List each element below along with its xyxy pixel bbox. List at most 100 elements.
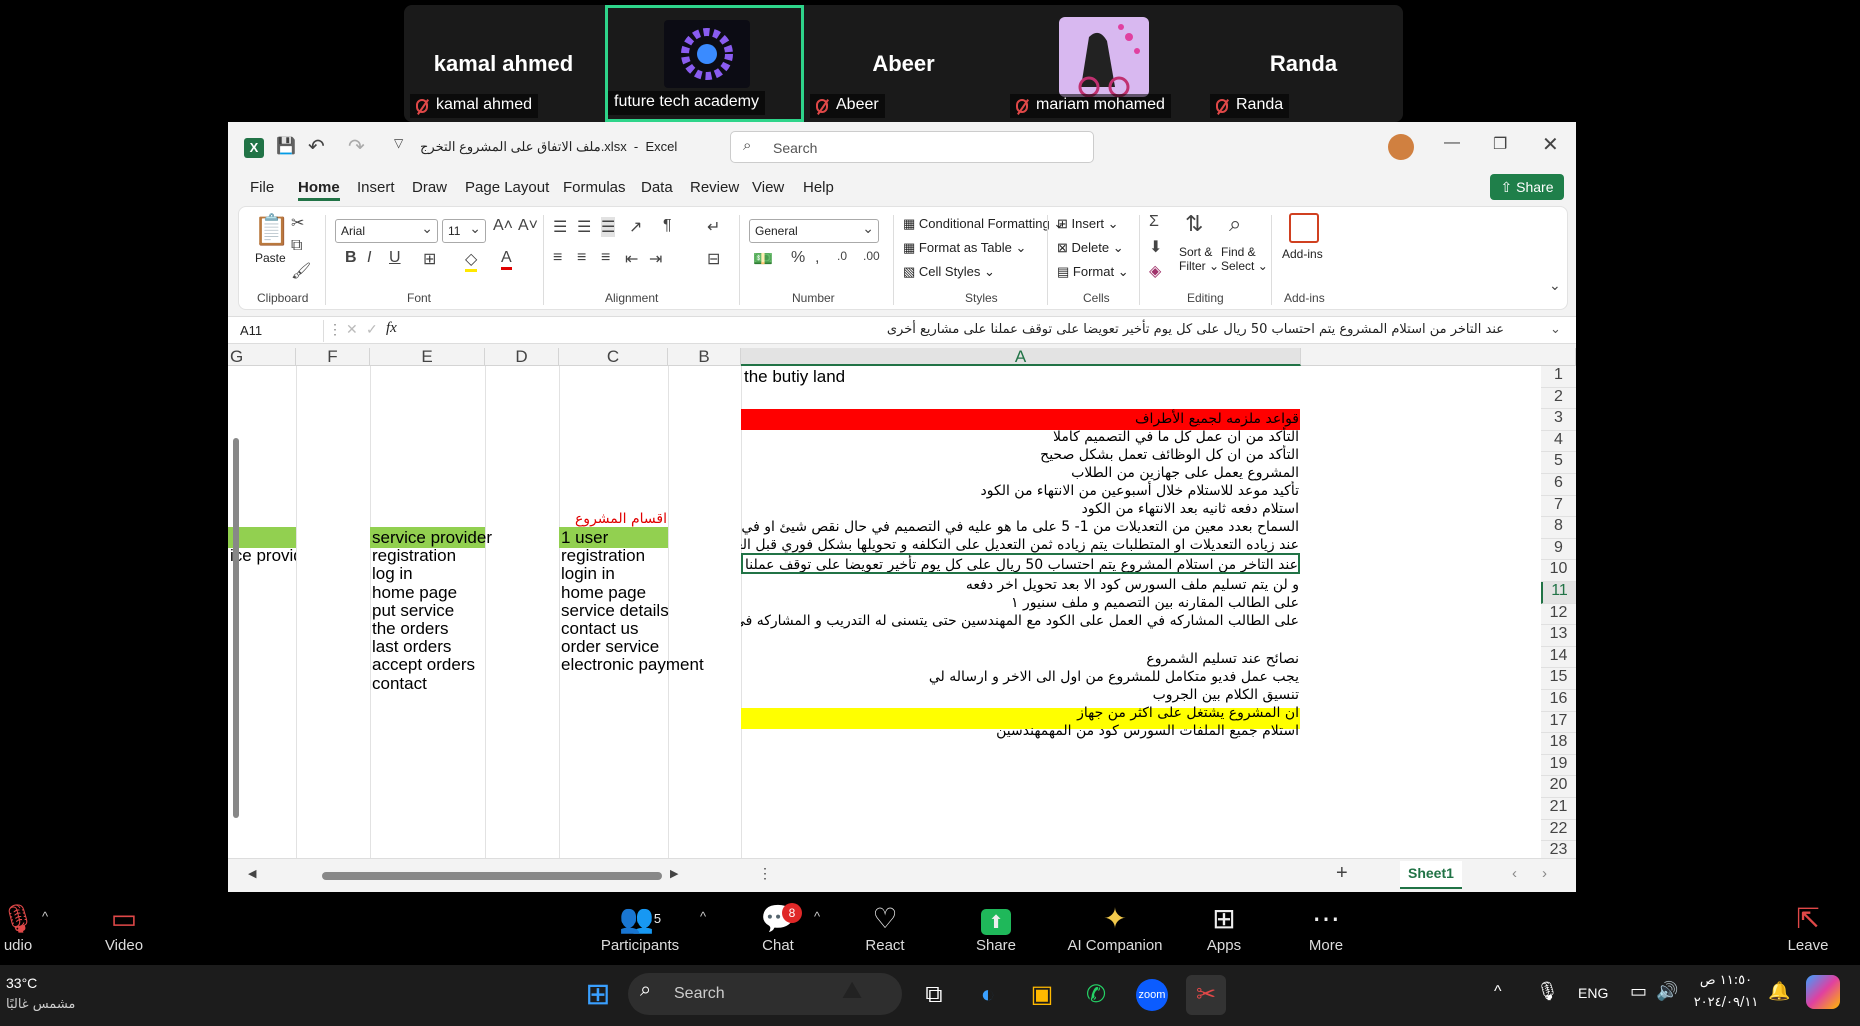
- italic-icon[interactable]: I: [367, 249, 371, 267]
- cell-e14[interactable]: contact: [372, 673, 552, 694]
- audio-options-icon[interactable]: ^: [42, 909, 48, 924]
- insert-function-icon[interactable]: fx: [386, 320, 397, 337]
- increase-font-icon[interactable]: A˄: [493, 217, 513, 235]
- row-header[interactable]: 21: [1541, 798, 1576, 820]
- tab-insert[interactable]: Insert: [357, 179, 395, 196]
- next-sheet-icon[interactable]: ›: [1542, 865, 1547, 882]
- delete-cells-button[interactable]: ⊠ Delete ⌄: [1057, 240, 1124, 256]
- scroll-right-icon[interactable]: ▶: [670, 867, 678, 880]
- scroll-left-icon[interactable]: ◀: [248, 867, 256, 880]
- participant-tile-active[interactable]: future tech academy: [605, 5, 804, 122]
- format-as-table-button[interactable]: ▦ Format as Table ⌄: [903, 240, 1026, 256]
- row-header[interactable]: 10: [1541, 560, 1576, 582]
- tab-data[interactable]: Data: [641, 179, 673, 196]
- rtl-direction-icon[interactable]: ¶: [663, 217, 672, 235]
- percent-icon[interactable]: %: [791, 249, 805, 267]
- row-header[interactable]: 9: [1541, 538, 1576, 561]
- formula-content[interactable]: عند التاخر من استلام المشروع يتم احتساب …: [414, 322, 1504, 337]
- name-box[interactable]: A11: [236, 320, 324, 342]
- cell-c13[interactable]: electronic payment: [561, 654, 741, 675]
- wrap-text-icon[interactable]: ↵: [707, 217, 720, 237]
- column-header-a[interactable]: A: [741, 348, 1301, 366]
- tab-draw[interactable]: Draw: [412, 179, 447, 196]
- row-header[interactable]: 1: [1541, 366, 1576, 388]
- orientation-icon[interactable]: ↗: [629, 217, 642, 237]
- decrease-indent-icon[interactable]: ⇤: [625, 249, 638, 269]
- row-header[interactable]: 20: [1541, 776, 1576, 798]
- row-header[interactable]: 15: [1541, 668, 1576, 690]
- leave-button[interactable]: ⇱ Leave: [1778, 901, 1838, 954]
- tab-review[interactable]: Review: [690, 179, 739, 196]
- whatsapp-icon[interactable]: ✆: [1076, 975, 1116, 1015]
- accounting-format-icon[interactable]: 💵: [753, 249, 773, 269]
- save-icon[interactable]: 💾: [276, 136, 296, 156]
- clear-icon[interactable]: ◈: [1149, 261, 1161, 281]
- undo-icon[interactable]: ↶: [308, 134, 325, 159]
- show-hidden-icons[interactable]: ^: [1494, 983, 1502, 1001]
- copilot-icon[interactable]: [1806, 975, 1840, 1009]
- copy-icon[interactable]: ⧉: [291, 237, 302, 255]
- underline-icon[interactable]: U: [389, 249, 401, 267]
- share-screen-button[interactable]: ⬆ Share: [966, 901, 1026, 954]
- prev-sheet-icon[interactable]: ‹: [1512, 865, 1517, 882]
- sort-filter-button[interactable]: Sort & Filter ⌄: [1179, 245, 1219, 273]
- volume-icon[interactable]: 🔊: [1656, 981, 1678, 1002]
- cancel-entry-icon[interactable]: ✕: [346, 321, 358, 338]
- align-top-icon[interactable]: ☰: [553, 217, 567, 237]
- ai-companion-button[interactable]: ✦ AI Companion: [1060, 901, 1170, 954]
- find-select-icon[interactable]: ⌕: [1229, 211, 1241, 237]
- paste-button[interactable]: Paste: [255, 251, 286, 265]
- comma-style-icon[interactable]: ,: [815, 249, 819, 267]
- row-header[interactable]: 22: [1541, 819, 1576, 842]
- minimize-icon[interactable]: —: [1444, 134, 1460, 152]
- row-header[interactable]: 8: [1541, 517, 1576, 539]
- cell-a20[interactable]: استلام جميع الملفات السورس كود من المهمه…: [741, 721, 1299, 742]
- edge-icon[interactable]: ◐: [968, 975, 1008, 1015]
- increase-indent-icon[interactable]: ⇥: [649, 249, 662, 269]
- cell-a14[interactable]: على الطالب المشاركه في العمل على الكود م…: [741, 611, 1299, 632]
- align-middle-icon[interactable]: ☰: [577, 217, 591, 237]
- tab-formulas[interactable]: Formulas: [563, 179, 626, 196]
- confirm-entry-icon[interactable]: ✓: [366, 321, 378, 338]
- row-header[interactable]: 17: [1541, 711, 1576, 734]
- cell-a1[interactable]: the butiy land: [744, 366, 1044, 387]
- more-options-icon[interactable]: ⋮: [758, 865, 772, 882]
- paste-icon[interactable]: 📋: [253, 213, 290, 248]
- store-icon[interactable]: ▣: [1022, 975, 1062, 1015]
- cell-styles-button[interactable]: ▧ Cell Styles ⌄: [903, 264, 995, 280]
- font-size-select[interactable]: 11: [442, 219, 486, 243]
- row-header[interactable]: 19: [1541, 754, 1576, 777]
- align-right-icon[interactable]: ≡: [601, 249, 610, 267]
- account-avatar[interactable]: [1388, 134, 1414, 160]
- row-header[interactable]: 18: [1541, 733, 1576, 755]
- snipping-tool-icon[interactable]: ✂: [1186, 975, 1226, 1015]
- row-header[interactable]: 13: [1541, 625, 1576, 647]
- tab-home[interactable]: Home: [298, 179, 340, 201]
- video-button[interactable]: ▭ Video: [94, 901, 154, 954]
- collapse-ribbon-icon[interactable]: ⌄: [1549, 277, 1561, 294]
- sort-filter-icon[interactable]: ⇅: [1185, 211, 1203, 237]
- taskbar-search[interactable]: ⌕ Search ⛰: [628, 973, 902, 1015]
- fill-icon[interactable]: ⬇: [1149, 237, 1162, 257]
- tab-help[interactable]: Help: [803, 179, 834, 196]
- sheet-tab-sheet1[interactable]: Sheet1: [1400, 861, 1462, 889]
- increase-decimal-icon[interactable]: .0: [837, 249, 847, 263]
- restore-icon[interactable]: ❐: [1493, 134, 1507, 154]
- conditional-formatting-button[interactable]: ▦ Conditional Formatting ⌄: [903, 216, 1064, 232]
- participants-button[interactable]: 👥5 Participants: [595, 901, 685, 954]
- add-ins-icon[interactable]: [1289, 213, 1319, 243]
- redo-icon[interactable]: ↷: [348, 134, 365, 159]
- align-left-icon[interactable]: ≡: [553, 249, 562, 267]
- language-indicator[interactable]: ENG: [1578, 985, 1608, 1001]
- cell-a11-selected[interactable]: عند التاخر من استلام المشروع يتم احتساب …: [741, 553, 1300, 574]
- row-header[interactable]: 7: [1541, 495, 1576, 518]
- tab-view[interactable]: View: [752, 179, 784, 196]
- participant-tile[interactable]: Randa Randa: [1204, 5, 1403, 122]
- audio-button[interactable]: 🎙 udio: [0, 901, 38, 954]
- add-ins-button[interactable]: Add-ins: [1282, 247, 1323, 261]
- add-sheet-icon[interactable]: +: [1336, 862, 1348, 885]
- decrease-decimal-icon[interactable]: .00: [863, 249, 880, 263]
- network-icon[interactable]: ▭: [1630, 981, 1647, 1002]
- tab-page-layout[interactable]: Page Layout: [465, 179, 549, 196]
- column-header-e[interactable]: E: [370, 348, 485, 366]
